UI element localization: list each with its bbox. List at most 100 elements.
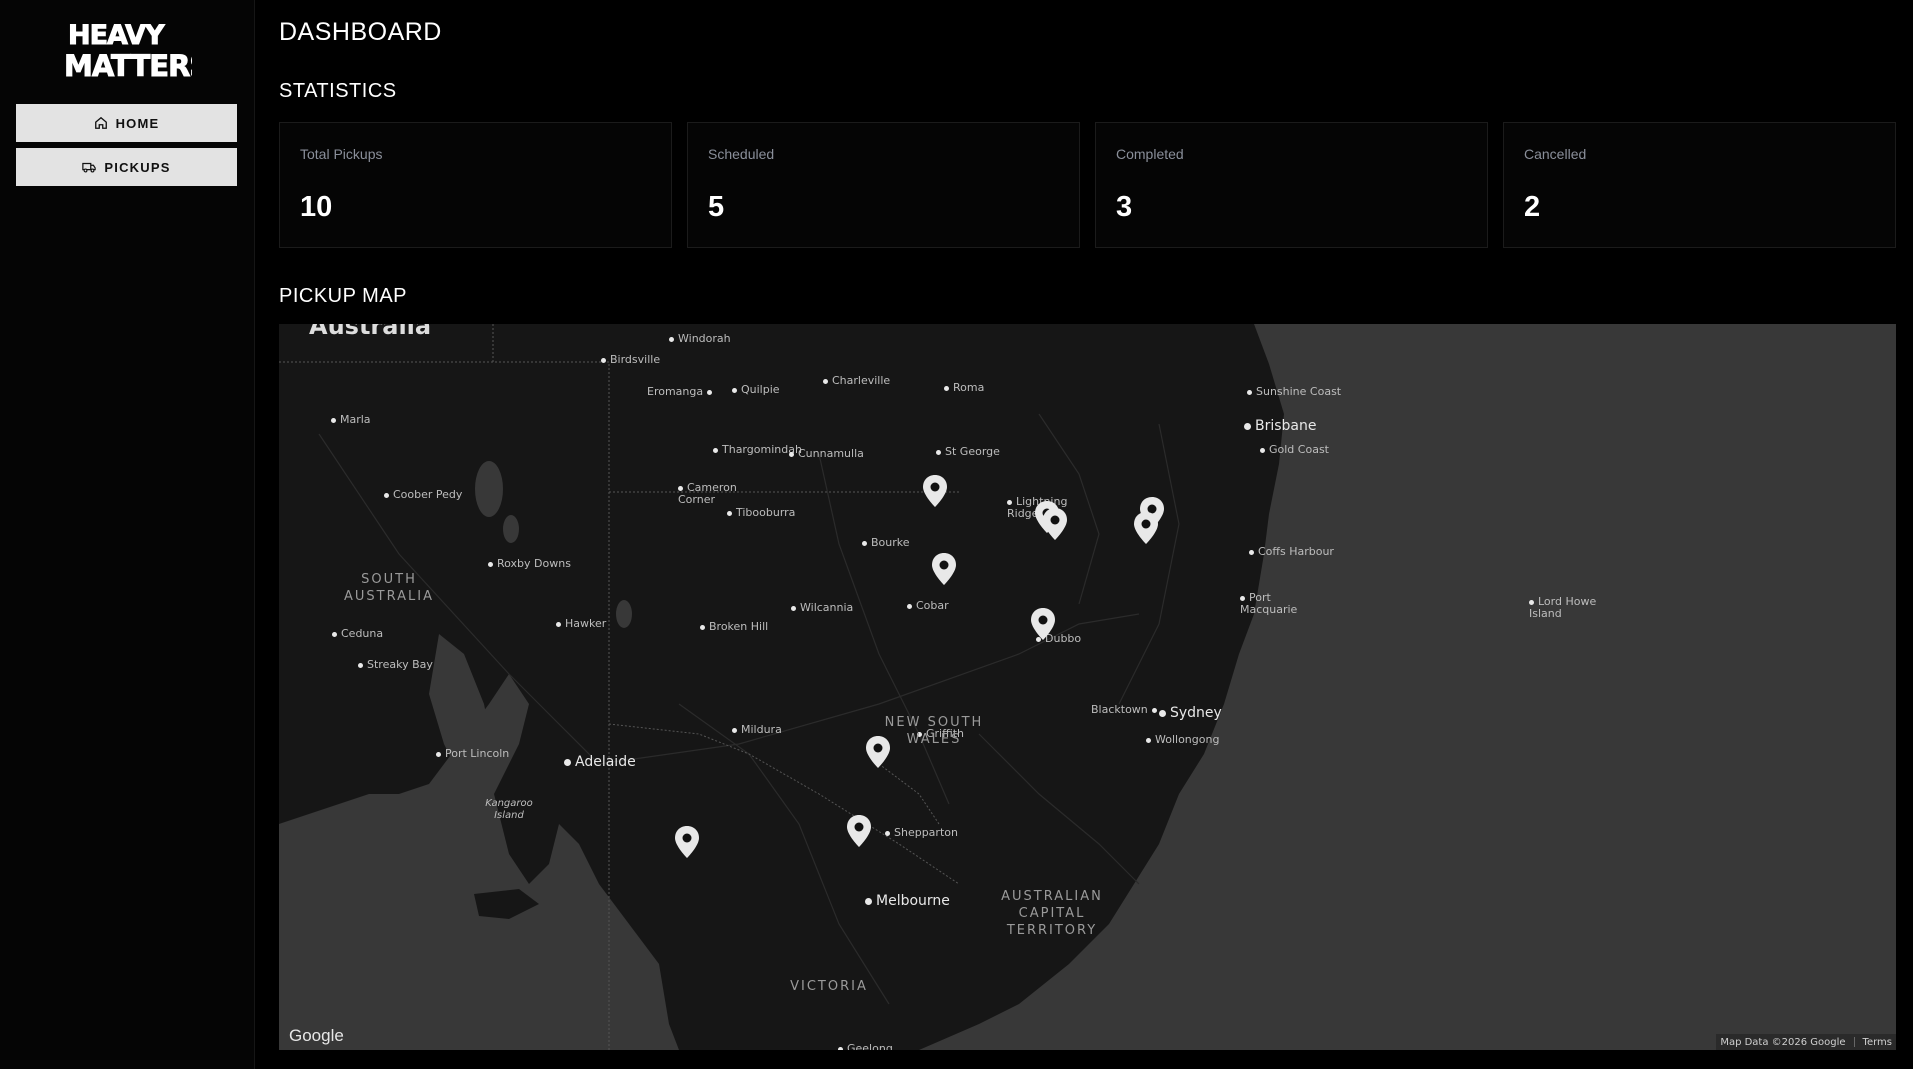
place-port-lincoln: Port Lincoln [436,748,509,760]
stat-label: Total Pickups [300,146,383,162]
stat-value: 5 [708,191,725,223]
place-label: Brisbane [1255,418,1317,434]
place-label: Streaky Bay [367,658,433,671]
place-hawker: Hawker [556,618,606,630]
stat-card-total: Total Pickups 10 [279,122,672,248]
stat-value: 3 [1116,191,1133,223]
place-blacktown: Blacktown [1091,704,1157,716]
place-dot [331,417,336,423]
stat-card-completed: Completed 3 [1095,122,1488,248]
pickup-marker[interactable] [1133,511,1159,545]
place-label: Bourke [871,536,910,549]
place-label: Broken Hill [709,620,769,633]
statistics-cards: Total Pickups 10 Scheduled 5 Completed 3… [279,122,1896,248]
place-label: Birdsville [610,353,661,366]
place-dot [601,357,606,363]
place-label: Gold Coast [1269,443,1329,456]
pickup-map-title: PICKUP MAP [279,285,407,307]
google-logo[interactable]: Google [289,1026,344,1046]
place-dot [936,449,941,455]
place-ceduna: Ceduna [332,628,383,640]
place-wollongong: Wollongong [1146,734,1219,746]
terms-link[interactable]: Terms [1863,1037,1892,1048]
place-label: Cobar [916,599,949,612]
place-label: Ceduna [341,627,384,640]
pickup-map[interactable]: Windorah Birdsville Quilpie Charleville … [279,324,1896,1050]
place-dot [885,830,890,836]
place-label: Lord Howe Island [1529,595,1597,620]
pickup-marker[interactable] [846,814,872,848]
place-dot [732,387,737,393]
pickup-marker[interactable] [674,825,700,859]
pickup-marker[interactable] [1042,507,1068,541]
heavy-matters-logo[interactable]: HEAVY MATTERS [62,14,211,84]
place-label: Charleville [832,374,891,387]
region-victoria: VICTORIA [790,979,868,994]
place-dot [700,624,705,630]
pickup-marker[interactable] [865,735,891,769]
place-dot [1244,422,1251,430]
place-label: Quilpie [741,383,780,396]
place-label: Coffs Harbour [1258,545,1334,558]
place-label: Coober Pedy [393,488,463,501]
truck-icon [82,162,97,173]
place-dot [332,631,337,637]
map-data-credit: Map Data ©2026 Google [1720,1036,1846,1048]
place-coffs-harbour: Coffs Harbour [1249,546,1334,558]
place-mildura: Mildura [732,724,782,736]
pickup-marker[interactable] [922,474,948,508]
statistics-title: STATISTICS [279,80,397,102]
place-dot [1007,499,1012,505]
place-dot [1529,599,1534,605]
place-brisbane: Brisbane [1244,418,1317,434]
map-basemap [279,324,1896,1050]
stat-value: 2 [1524,191,1541,223]
pickup-marker[interactable] [931,552,957,586]
map-attribution: Map Data ©2026 Google Terms [1716,1034,1896,1050]
nav-pickups-button[interactable]: PICKUPS [16,148,237,186]
place-dot [678,485,683,491]
place-dot [823,378,828,384]
place-label: Sunshine Coast [1256,385,1342,398]
place-dot [669,336,674,342]
place-dot [1247,389,1252,395]
place-dot [727,510,732,516]
region-south-australia: SOUTH AUSTRALIA [344,572,434,604]
place-label: Cunnamulla [798,447,864,460]
place-tibooburra: Tibooburra [727,507,795,519]
place-label: Port Lincoln [445,747,510,760]
place-label: Hawker [565,617,607,630]
place-bourke: Bourke [862,537,910,549]
place-dot [1159,709,1166,717]
place-dot [556,621,561,627]
place-lord-howe-island: Lord Howe Island [1529,596,1599,620]
place-dot [1249,549,1254,555]
place-cunnamulla: Cunnamulla [789,448,864,460]
place-label: Blacktown [1091,703,1148,716]
place-adelaide: Adelaide [564,754,636,770]
place-dot [358,662,363,668]
place-label: Sydney [1170,705,1222,721]
place-label: Tibooburra [736,506,796,519]
stat-label: Scheduled [708,146,775,162]
map-country-label: Australia [309,324,432,340]
place-birdsville: Birdsville [601,354,660,366]
nav-home-button[interactable]: HOME [16,104,237,142]
place-label: Adelaide [575,754,636,770]
place-melbourne: Melbourne [865,893,950,909]
place-coober-pedy: Coober Pedy [384,489,462,501]
place-kangaroo-island: Kangaroo Island [479,798,539,822]
place-dot [1151,707,1157,713]
place-dot [907,603,912,609]
place-eromanga: Eromanga [647,385,713,398]
svg-text:MATTERS: MATTERS [64,49,192,80]
place-streaky-bay: Streaky Bay [358,659,433,671]
pickup-marker[interactable] [1030,607,1056,641]
place-quilpie: Quilpie [732,384,780,396]
place-dot [564,758,571,766]
place-broken-hill: Broken Hill [700,621,768,633]
place-dot [838,1046,843,1050]
place-label: Roxby Downs [497,557,571,570]
place-label: Melbourne [876,893,950,909]
place-label: Eromanga [647,385,704,398]
